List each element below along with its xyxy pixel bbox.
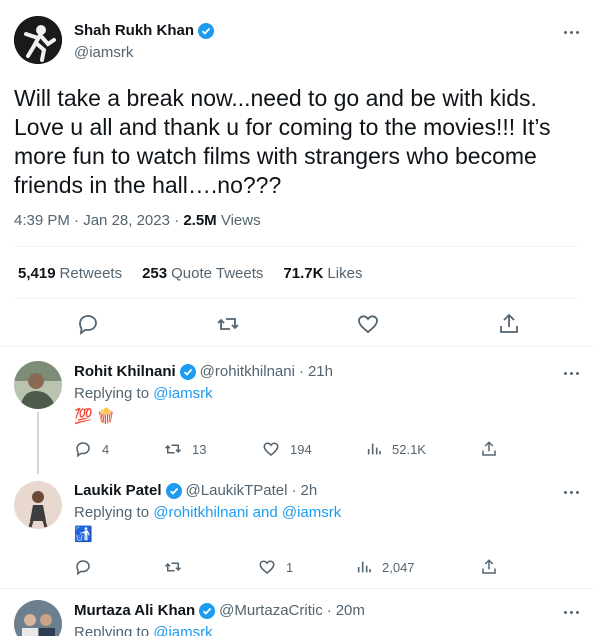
retweet-action[interactable]: 13 [164,439,206,459]
views-icon [367,443,381,455]
share-icon [482,441,496,456]
views-icon [357,561,371,573]
views-action[interactable]: 52.1K [366,439,426,459]
retweet-icon [164,562,182,572]
like-action[interactable]: 194 [262,439,312,459]
more-icon[interactable] [556,363,586,383]
replying-to-link[interactable]: @iamsrk [153,624,212,636]
like-icon[interactable] [356,312,380,336]
reply-header: Murtaza Ali Khan @MurtazaCritic · 20m [74,602,365,619]
tweet-text: Will take a break now...need to go and b… [14,85,551,198]
avatar[interactable] [14,361,62,409]
views-count: 2.5M [183,212,217,229]
share-action[interactable] [480,557,498,577]
views-action[interactable]: 2,047 [356,557,415,577]
tweet-meta: 4:39 PM · Jan 28, 2023 · 2.5M Views [14,212,261,229]
like-icon [259,560,275,574]
reply-author-name[interactable]: Rohit Khilnani [74,363,176,380]
reply-author-handle[interactable]: @MurtazaCritic [219,602,323,619]
tweet-date[interactable]: Jan 28, 2023 [83,212,170,229]
reply-author-handle[interactable]: @rohitkhilnani [200,363,295,380]
replying-to-link[interactable]: @rohitkhilnani and @iamsrk [153,504,341,521]
verified-badge-icon [198,22,215,39]
avatar[interactable] [14,600,62,636]
reply-author-name[interactable]: Laukik Patel [74,482,162,499]
reply-body: 💯 🍿 [74,408,116,425]
reply-age[interactable]: 21h [308,363,333,380]
divider [14,298,579,299]
divider [14,246,579,247]
retweet-action[interactable] [164,557,192,577]
like-icon [263,442,279,456]
retweet-icon [164,444,182,454]
reply-actions: 1 2,047 [74,557,514,577]
author-name[interactable]: Shah Rukh Khan [74,22,215,39]
reply-icon[interactable] [76,312,100,336]
avatar[interactable] [14,481,62,529]
reply-item[interactable]: Murtaza Ali Khan @MurtazaCritic · 20m Re… [0,590,593,636]
reply-header: Rohit Khilnani @rohitkhilnani · 21h [74,363,333,380]
replying-to-link[interactable]: @iamsrk [153,385,212,402]
like-action[interactable]: 1 [258,557,293,577]
avatar[interactable] [14,16,62,64]
main-tweet: Shah Rukh Khan @iamsrk Will take a break… [0,0,593,347]
reply-action[interactable] [74,557,102,577]
engagement-stats: 5,419 Retweets 253 Quote Tweets 71.7K Likes [18,265,362,282]
reply-item[interactable]: Rohit Khilnani @rohitkhilnani · 21h Repl… [0,347,593,475]
reply-item[interactable]: Laukik Patel @LaukikTPatel · 2h Replying… [0,475,593,589]
reply-action[interactable]: 4 [74,439,109,459]
reply-actions: 4 13 194 52.1K [74,439,514,459]
reply-author-name[interactable]: Murtaza Ali Khan [74,602,195,619]
reply-header: Laukik Patel @LaukikTPatel · 2h [74,482,318,499]
share-action[interactable] [480,439,498,459]
share-icon[interactable] [497,312,521,336]
verified-badge-icon [165,482,182,499]
replying-to: Replying to @iamsrk [74,624,213,636]
reply-author-handle[interactable]: @LaukikTPatel [186,482,288,499]
reply-icon [76,442,90,458]
likes-stat[interactable]: 71.7K Likes [283,265,362,282]
more-icon[interactable] [556,22,586,42]
more-icon[interactable] [556,482,586,502]
retweet-icon[interactable] [216,312,240,336]
author-name-text[interactable]: Shah Rukh Khan [74,22,194,39]
more-icon[interactable] [556,602,586,622]
tweet-actions [0,312,593,336]
replying-to: Replying to @rohitkhilnani and @iamsrk [74,504,342,521]
reply-age[interactable]: 20m [336,602,365,619]
reply-body: 🚮 [74,526,93,543]
author-handle[interactable]: @iamsrk [74,44,133,61]
replying-to: Replying to @iamsrk [74,385,213,402]
reply-age[interactable]: 2h [301,482,318,499]
retweets-stat[interactable]: 5,419 Retweets [18,265,122,282]
divider [0,588,593,589]
reply-icon [76,560,90,576]
tweet-time[interactable]: 4:39 PM [14,212,70,229]
share-icon [482,559,496,574]
verified-badge-icon [199,602,216,619]
quotes-stat[interactable]: 253 Quote Tweets [142,265,263,282]
views-label: Views [220,212,261,229]
verified-badge-icon [179,363,196,380]
